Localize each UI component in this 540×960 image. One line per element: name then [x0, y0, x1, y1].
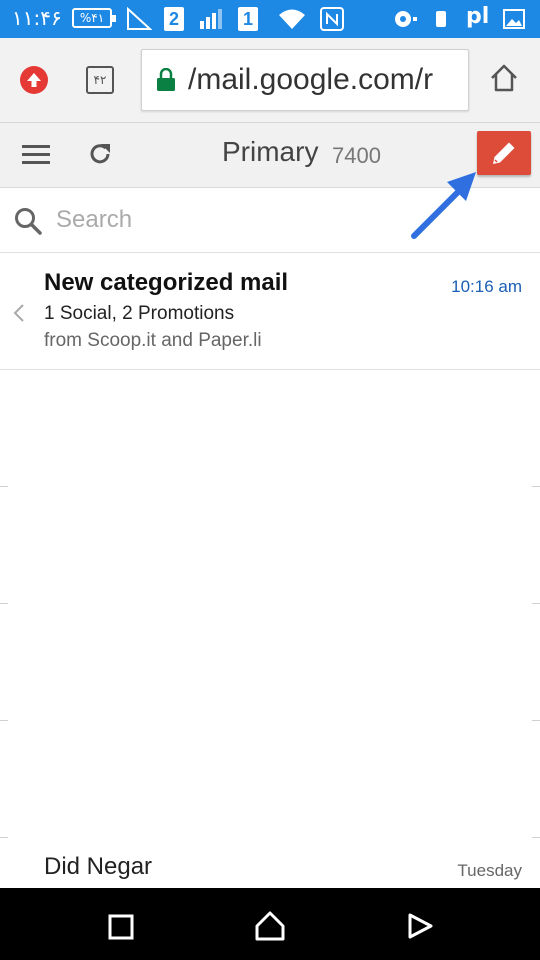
search-bar [0, 188, 540, 253]
pencil-icon [493, 142, 515, 164]
refresh-icon[interactable] [86, 140, 114, 168]
divider [532, 486, 540, 487]
divider [0, 720, 8, 721]
chevron-left-icon[interactable] [12, 303, 26, 323]
gallery-icon [503, 9, 525, 29]
url-text: /mail.google.com/r [188, 63, 434, 96]
list-item[interactable]: New categorized mail 10:16 am 1 Social, … [0, 253, 540, 370]
message-time: 10:16 am [451, 277, 522, 296]
message-title: New categorized mail [44, 269, 289, 296]
message-title: Did Negar [44, 853, 153, 880]
divider [532, 837, 540, 838]
list-item[interactable]: Did Negar Tuesday [0, 840, 540, 890]
divider [0, 603, 8, 604]
status-bar: ۱۱:۴۶ %۴۱ 2 1 pl [0, 0, 540, 38]
measure-icon [127, 7, 152, 30]
divider [0, 837, 8, 838]
tabs-button[interactable]: ۴۲ [86, 66, 114, 94]
divider [532, 603, 540, 604]
search-icon [15, 208, 42, 235]
home-nav-icon[interactable] [254, 910, 286, 942]
status-time: ۱۱:۴۶ [12, 6, 62, 30]
battery-indicator: %۴۱ [72, 8, 116, 28]
message-from: from Scoop.it and Paper.li [44, 330, 262, 351]
back-icon[interactable] [406, 912, 434, 940]
message-subtitle: 1 Social, 2 Promotions [44, 303, 235, 324]
notification-badge-1: 1 [238, 7, 258, 31]
divider [0, 486, 8, 487]
address-bar[interactable]: /mail.google.com/r [141, 49, 469, 111]
recents-icon[interactable] [108, 914, 134, 940]
nfc-icon [320, 7, 344, 31]
home-icon[interactable] [489, 63, 519, 93]
lock-icon [157, 68, 175, 91]
wifi-icon [279, 9, 305, 29]
alarm-icon [395, 11, 417, 27]
phone-charging-icon [436, 11, 446, 27]
menu-icon[interactable] [22, 143, 50, 165]
message-time: Tuesday [457, 861, 522, 880]
page-title: Primary [222, 136, 319, 167]
signal-bars-icon [200, 9, 222, 29]
system-nav-bar [0, 888, 540, 960]
notification-badge-2: 2 [164, 7, 184, 31]
divider [532, 720, 540, 721]
update-icon[interactable] [20, 66, 48, 94]
search-input[interactable] [56, 204, 356, 236]
browser-toolbar: ۴۲ /mail.google.com/r [0, 38, 540, 123]
unread-count: 7400 [332, 143, 381, 168]
data-indicator: pl [466, 4, 490, 29]
